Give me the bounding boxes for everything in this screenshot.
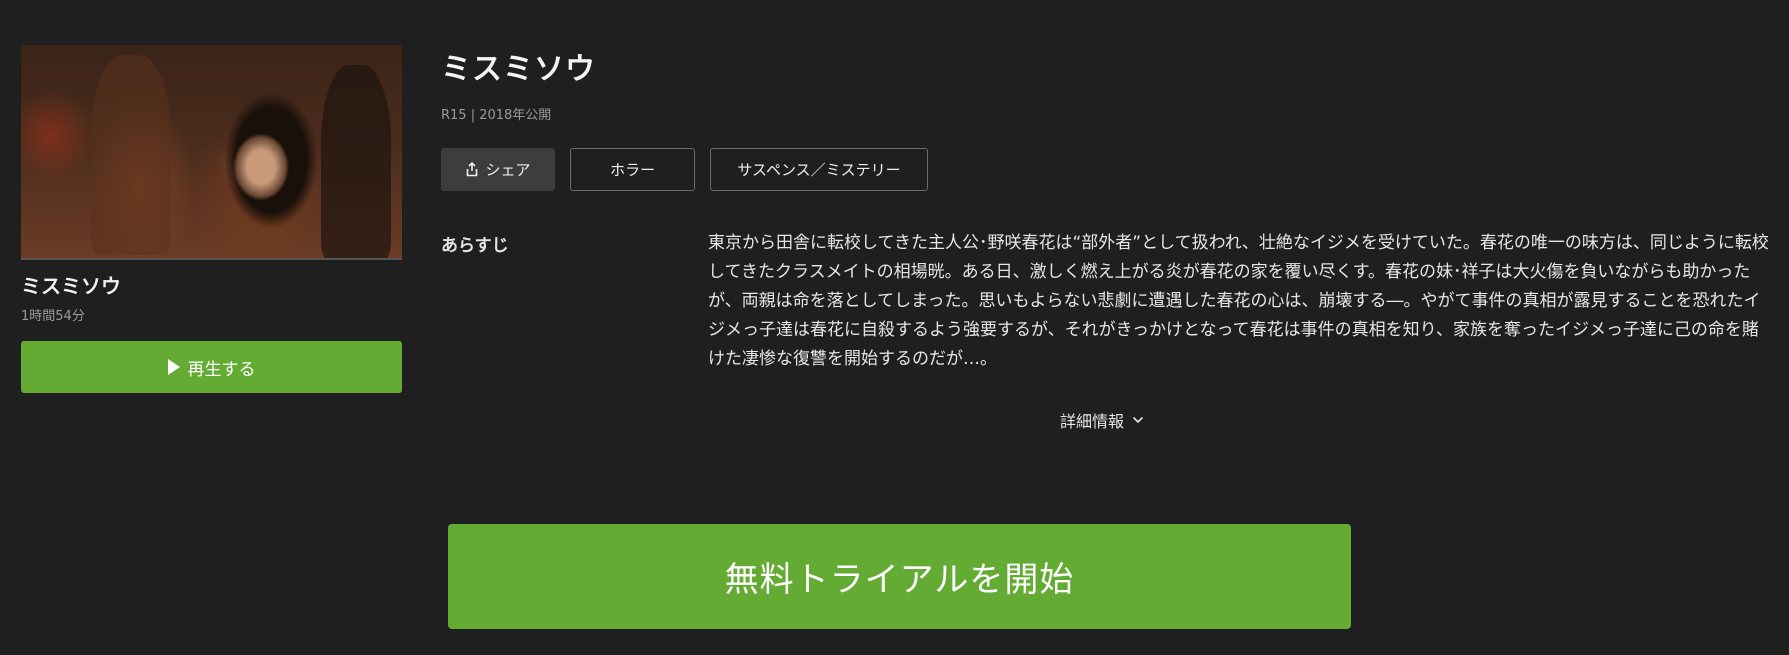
face-shape xyxy=(226,125,296,210)
free-trial-button[interactable]: 無料トライアルを開始 xyxy=(448,524,1351,629)
synopsis-label: あらすじ xyxy=(441,236,509,256)
sidebar-title: ミスミソウ xyxy=(21,274,121,298)
genre-tag-horror[interactable]: ホラー xyxy=(570,148,695,191)
chevron-down-icon xyxy=(1132,416,1144,424)
share-button[interactable]: シェア xyxy=(441,148,555,191)
page-title: ミスミソウ xyxy=(441,52,596,87)
sidebar: ミスミソウ 1時間54分 再生する xyxy=(21,45,402,393)
page: ミスミソウ 1時間54分 再生する ミスミソウ R15 | 2018年公開 シェ… xyxy=(0,0,1789,655)
share-label: シェア xyxy=(485,161,531,179)
details-toggle[interactable]: 詳細情報 xyxy=(1060,408,1144,432)
share-icon xyxy=(465,162,479,177)
thumbnail-image[interactable] xyxy=(21,45,402,260)
play-button[interactable]: 再生する xyxy=(21,341,402,393)
play-icon xyxy=(167,359,180,375)
meta-info: R15 | 2018年公開 xyxy=(441,108,552,123)
background-figure xyxy=(91,55,171,255)
main-content: ミスミソウ R15 | 2018年公開 シェア ホラー サスペンス／ミステリー xyxy=(441,44,1771,191)
play-label: 再生する xyxy=(187,359,256,380)
genre-tag-suspense[interactable]: サスペンス／ミステリー xyxy=(710,148,928,191)
tag-row: シェア ホラー サスペンス／ミステリー xyxy=(441,148,1771,191)
synopsis-text: 東京から田舎に転校してきた主人公･野咲春花は“部外者”として扱われ、壮絶なイジメ… xyxy=(708,233,1769,369)
duration: 1時間54分 xyxy=(21,309,85,324)
details-label: 詳細情報 xyxy=(1060,412,1125,431)
